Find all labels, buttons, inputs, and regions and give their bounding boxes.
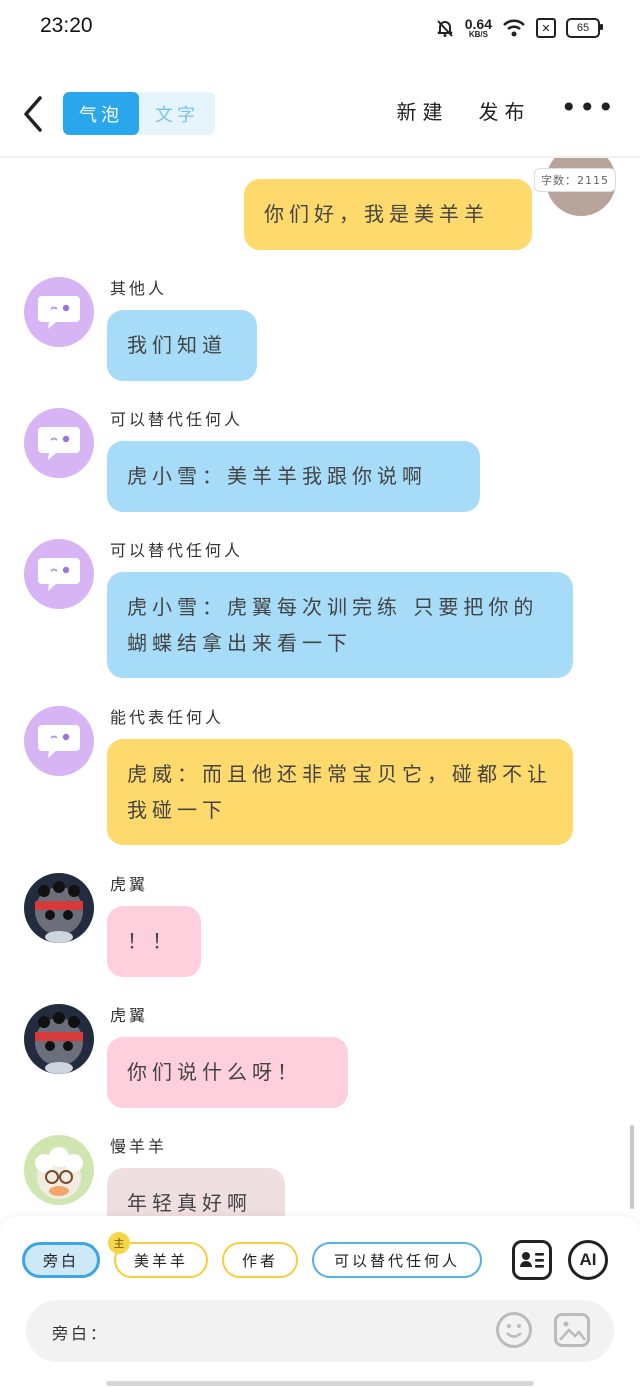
speaker-name: 虎翼 [110, 875, 149, 894]
new-button[interactable]: 新建 [396, 96, 448, 125]
speaker-name: 虎翼 [110, 1006, 149, 1025]
avatar [24, 1135, 94, 1205]
speaker-chips: 旁白 主 美羊羊 作者 可以替代任何人 [22, 1232, 482, 1278]
wifi-icon [503, 19, 525, 37]
speaker-name: 其他人 [110, 279, 168, 298]
chip-author[interactable]: 作者 [222, 1242, 298, 1278]
status-bar: 23:20 0.64 KB/S ✕ 65 [0, 0, 640, 56]
mode-tabs: 气泡 文字 [63, 92, 215, 135]
tab-bubble[interactable]: 气泡 [63, 92, 139, 135]
more-icon[interactable]: ••• [560, 93, 616, 121]
sim-off-icon: ✕ [536, 18, 556, 38]
character-avatar-icon [35, 1012, 83, 1074]
avatar [24, 1004, 94, 1074]
avatar [24, 873, 94, 943]
message-bubble[interactable]: 你们好，我是美羊羊 [244, 179, 532, 250]
avatar [24, 277, 94, 347]
word-count-badge: 字数：2115 [534, 168, 616, 192]
back-arrow-icon[interactable] [18, 94, 48, 134]
chip-anyone[interactable]: 可以替代任何人 [312, 1242, 482, 1278]
message-bubble[interactable]: 虎小雪：虎翼每次训完练 只要把你的蝴蝶结拿出来看一下 [107, 572, 573, 678]
battery-icon: 65 [566, 18, 603, 38]
publish-button[interactable]: 发布 [478, 96, 530, 125]
clock: 23:20 [40, 14, 93, 37]
image-icon[interactable] [554, 1313, 590, 1347]
speaker-name: 可以替代任何人 [110, 541, 244, 560]
chip-main-character[interactable]: 主 美羊羊 [108, 1232, 208, 1278]
emoji-icon[interactable] [496, 1312, 532, 1348]
message-input[interactable]: 旁白： [26, 1300, 614, 1362]
speaker-name: 可以替代任何人 [110, 410, 244, 429]
character-avatar-icon [35, 881, 83, 943]
ai-button[interactable]: AI [568, 1240, 608, 1280]
chip-narrator[interactable]: 旁白 [22, 1242, 100, 1278]
avatar [24, 539, 94, 609]
speaker-name: 慢羊羊 [110, 1137, 168, 1156]
main-role-badge: 主 [108, 1232, 130, 1254]
message-bubble[interactable]: ！！ [107, 906, 201, 977]
composer-panel: 旁白 主 美羊羊 作者 可以替代任何人 AI 旁白： [0, 1216, 640, 1387]
message-bubble[interactable]: 虎威：而且他还非常宝贝它，碰都不让我碰一下 [107, 739, 573, 845]
top-bar: 气泡 文字 新建 发布 ••• [0, 84, 640, 144]
contact-card-icon[interactable] [512, 1240, 552, 1280]
chat-list[interactable]: 字数：2115 你们好，我是美羊羊 其他人 我们知道 可以替代任何人 虎小雪：美… [0, 158, 640, 1218]
message-bubble[interactable]: 虎小雪：美羊羊我跟你说啊 [107, 441, 480, 512]
message-bubble[interactable]: 你们说什么呀！ [107, 1037, 348, 1108]
home-indicator [106, 1381, 534, 1386]
bot-icon [38, 296, 80, 329]
input-speaker-label: 旁白： [52, 1324, 110, 1343]
tab-text[interactable]: 文字 [139, 92, 215, 135]
bot-icon [38, 558, 80, 591]
mute-bell-icon [437, 20, 453, 37]
message-bubble[interactable]: 我们知道 [107, 310, 257, 381]
bot-icon [38, 725, 80, 758]
scrollbar[interactable] [630, 1125, 634, 1209]
bot-icon [38, 427, 80, 460]
speaker-name: 能代表任何人 [110, 708, 225, 727]
message-bubble[interactable]: 年轻真好啊 [107, 1168, 285, 1218]
network-speed: 0.64 KB/S [464, 16, 492, 39]
avatar [24, 706, 94, 776]
avatar [24, 408, 94, 478]
character-avatar-icon [35, 1147, 83, 1199]
